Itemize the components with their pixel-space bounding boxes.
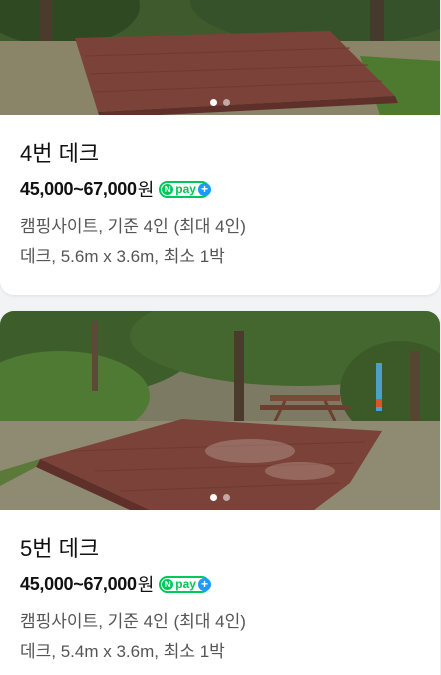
deck-photo-image <box>0 311 440 510</box>
naver-pay-badge: N pay + <box>159 180 211 198</box>
carousel-dot-active <box>210 99 217 106</box>
price-row: 45,000~67,000 원 N pay + <box>20 571 420 597</box>
naver-pay-label: pay <box>175 181 196 196</box>
deck-photo-image <box>0 0 440 115</box>
carousel-dot-active <box>210 494 217 501</box>
carousel-dot <box>223 494 230 501</box>
plus-icon: + <box>197 577 211 591</box>
deck-card[interactable]: 4번 데크 45,000~67,000 원 N pay + 캠핑사이트, 기준 … <box>0 0 440 295</box>
deck-category: 캠핑사이트, 기준 4인 (최대 4인) <box>20 612 246 631</box>
price-unit: 원 <box>137 180 155 200</box>
photo-carousel-indicator <box>0 99 440 106</box>
naver-pay-badge: N pay + <box>159 575 211 593</box>
price-unit: 원 <box>137 575 155 595</box>
plus-icon: + <box>197 182 211 196</box>
deck-card[interactable]: 5번 데크 45,000~67,000 원 N pay + 캠핑사이트, 기준 … <box>0 311 440 675</box>
deck-title[interactable]: 4번 데크 <box>20 139 420 169</box>
naver-n-icon: N <box>162 183 174 195</box>
deck-title[interactable]: 5번 데크 <box>20 534 420 564</box>
deck-details: 데크, 5.6m x 3.6m, 최소 1박 <box>20 247 225 266</box>
price-range: 45,000~67,000 <box>20 573 137 594</box>
deck-photo[interactable] <box>0 0 440 115</box>
price-row: 45,000~67,000 원 N pay + <box>20 176 420 202</box>
photo-carousel-indicator <box>0 494 440 501</box>
naver-pay-label: pay <box>175 576 196 591</box>
price-range: 45,000~67,000 <box>20 178 137 199</box>
carousel-dot <box>223 99 230 106</box>
deck-category: 캠핑사이트, 기준 4인 (최대 4인) <box>20 217 246 236</box>
deck-photo[interactable] <box>0 311 440 510</box>
deck-details: 데크, 5.4m x 3.6m, 최소 1박 <box>20 642 225 661</box>
naver-n-icon: N <box>162 578 174 590</box>
